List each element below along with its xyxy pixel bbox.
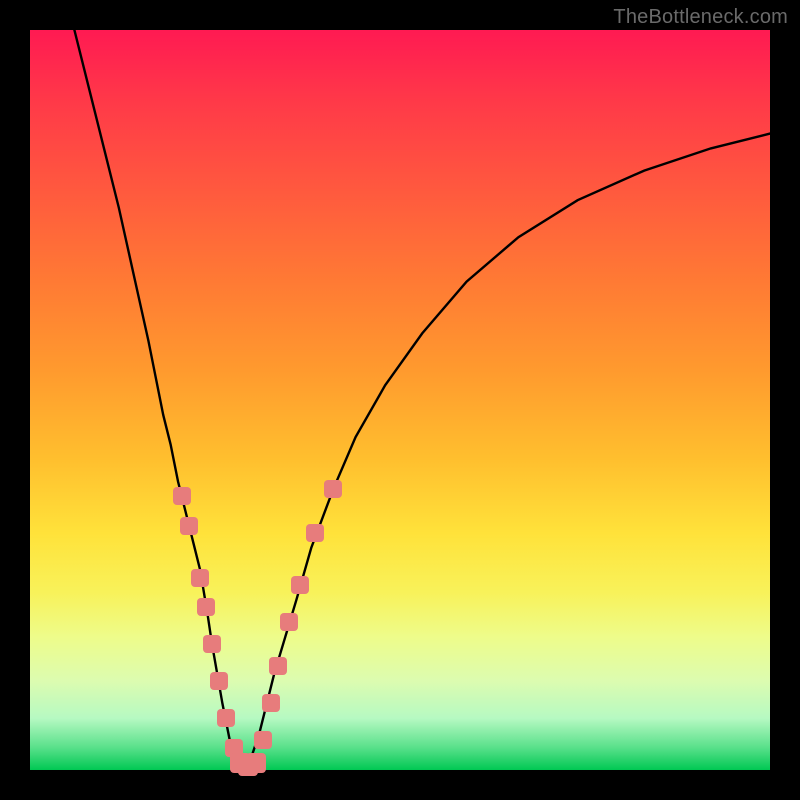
curve-marker bbox=[262, 694, 280, 712]
curve-marker bbox=[173, 487, 191, 505]
curve-marker bbox=[203, 635, 221, 653]
chart-frame: TheBottleneck.com bbox=[0, 0, 800, 800]
curve-marker bbox=[269, 657, 287, 675]
curve-marker bbox=[217, 709, 235, 727]
curves-svg bbox=[30, 30, 770, 770]
curve-marker bbox=[197, 598, 215, 616]
curve-marker bbox=[306, 524, 324, 542]
curve-marker bbox=[180, 517, 198, 535]
curve-marker bbox=[254, 731, 272, 749]
curve-marker bbox=[280, 613, 298, 631]
curve-left-branch bbox=[74, 30, 244, 770]
curve-marker bbox=[210, 672, 228, 690]
curve-marker bbox=[324, 480, 342, 498]
watermark-text: TheBottleneck.com bbox=[613, 6, 788, 29]
plot-area bbox=[30, 30, 770, 770]
curve-right-branch bbox=[245, 134, 770, 770]
curve-marker bbox=[246, 753, 266, 773]
curve-marker bbox=[291, 576, 309, 594]
curve-marker bbox=[191, 569, 209, 587]
